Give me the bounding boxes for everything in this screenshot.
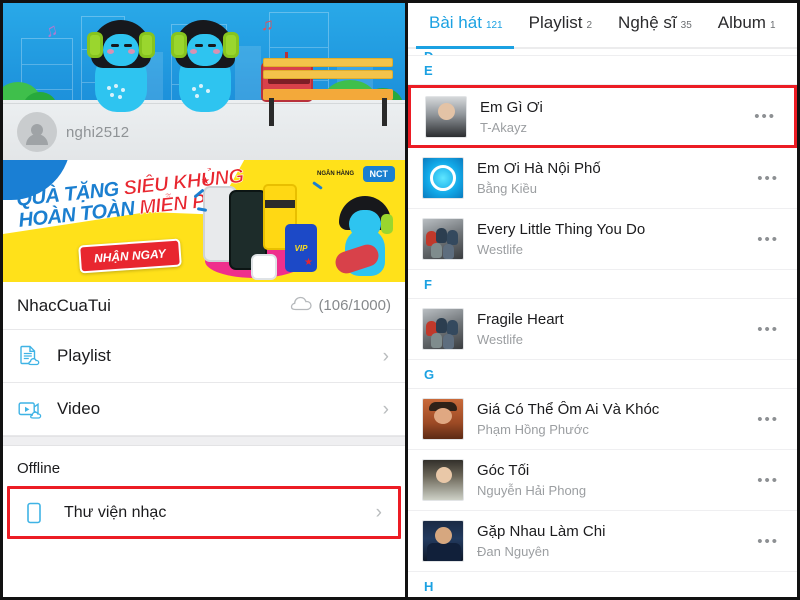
album-art [422, 398, 464, 440]
offline-section-header: Offline [3, 446, 405, 486]
tab-label: Playlist [528, 13, 583, 32]
promo-product-images: VIP ★ ★ [193, 168, 323, 280]
song-meta: Fragile Heart Westlife [477, 311, 744, 347]
song-meta: Em Ơi Hà Nội Phố Bằng Kiều [477, 160, 744, 196]
list-item[interactable]: Góc Tối Nguyễn Hải Phong ••• [408, 450, 797, 511]
quota-label: (106/1000) [318, 297, 391, 314]
song-artist: Westlife [477, 242, 523, 257]
bank-logo: NGÂN HÀNG [312, 168, 359, 180]
more-options-icon[interactable]: ••• [757, 321, 783, 338]
music-note-icon: ♫ [261, 15, 274, 34]
song-artist: Bằng Kiều [477, 181, 537, 196]
highlight-box-music-library: Thư viện nhạc › [7, 486, 401, 539]
song-artist: Phạm Hồng Phước [477, 422, 589, 437]
more-options-icon[interactable]: ••• [757, 472, 783, 489]
user-profile-row[interactable]: nghi2512 [3, 106, 129, 158]
tab-nghe-si[interactable]: Nghệ sĩ 35 [605, 13, 705, 33]
song-title: Em Ơi Hà Nội Phố [477, 160, 601, 177]
song-title: Góc Tối [477, 462, 530, 479]
song-meta: Em Gì Ơi T-Akayz [480, 99, 741, 135]
album-art [422, 520, 464, 562]
tab-label: Nghệ sĩ [618, 13, 677, 32]
chevron-right-icon: › [382, 398, 389, 420]
account-name: NhacCuaTui [17, 295, 111, 315]
tab-bar: Bài hát 121 Playlist 2 Nghệ sĩ 35 Album … [408, 3, 797, 49]
more-options-icon[interactable]: ••• [757, 533, 783, 550]
bench-icon [263, 58, 393, 126]
song-title: Giá Có Thể Ôm Ai Và Khóc [477, 401, 660, 418]
more-options-icon[interactable]: ••• [757, 170, 783, 187]
more-options-icon[interactable]: ••• [754, 108, 780, 125]
song-meta: Every Little Thing You Do Westlife [477, 221, 744, 257]
chevron-right-icon: › [375, 502, 382, 523]
promo-banner[interactable]: QUÀ TẶNG SIÊU KHỦNG HOÀN TOÀN MIỄN PHÍ N… [3, 160, 405, 282]
nct-logo: NCT [362, 166, 395, 182]
account-row[interactable]: NhacCuaTui (106/1000) [3, 282, 405, 330]
list-item[interactable]: Giá Có Thể Ôm Ai Và Khóc Phạm Hồng Phước… [408, 389, 797, 450]
video-cloud-icon [17, 397, 57, 421]
section-divider [3, 436, 405, 446]
right-phone-screen: Bài hát 121 Playlist 2 Nghệ sĩ 35 Album … [405, 0, 800, 600]
avatar[interactable] [17, 112, 57, 152]
alpha-header-f: F [408, 270, 797, 299]
more-options-icon[interactable]: ••• [757, 231, 783, 248]
tab-count: 1 [769, 20, 776, 31]
song-meta: Giá Có Thể Ôm Ai Và Khóc Phạm Hồng Phước [477, 401, 744, 437]
cloud-icon [290, 296, 313, 315]
username-label: nghi2512 [66, 123, 130, 141]
phone-icon [24, 501, 64, 525]
more-options-icon[interactable]: ••• [757, 411, 783, 428]
sidebar-item-label: Thư viện nhạc [64, 503, 167, 521]
sidebar-item-label: Playlist [57, 346, 111, 365]
dual-screenshot-container: ♫ ♫ nghi2512 QUÀ TẶNG SIÊU KHỦNG HOÀN TO… [0, 0, 800, 600]
tab-count: 121 [485, 20, 503, 31]
sidebar-item-playlist[interactable]: Playlist › [3, 330, 405, 383]
sidebar-item-video[interactable]: Video › [3, 383, 405, 436]
active-tab-indicator [416, 46, 514, 49]
song-title: Gặp Nhau Làm Chi [477, 523, 606, 540]
album-art [422, 218, 464, 260]
character-boy-icon [171, 20, 239, 112]
alpha-header-g: G [408, 360, 797, 389]
sidebar-item-label: Video [57, 399, 101, 418]
tab-bai-hat[interactable]: Bài hát 121 [416, 13, 516, 33]
playlist-cloud-icon [17, 344, 57, 368]
character-girl-icon [87, 20, 155, 112]
alpha-header-e: E [408, 56, 797, 85]
tab-count: 2 [586, 20, 593, 31]
album-art [425, 95, 467, 138]
chevron-right-icon: › [382, 345, 389, 367]
highlight-box-song: Em Gì Ơi T-Akayz ••• [408, 85, 797, 148]
song-title: Fragile Heart [477, 311, 564, 328]
tab-label: Album [717, 13, 766, 32]
list-item[interactable]: Every Little Thing You Do Westlife ••• [408, 209, 797, 270]
tab-playlist[interactable]: Playlist 2 [516, 13, 605, 33]
list-item[interactable]: Em Ơi Hà Nội Phố Bằng Kiều ••• [408, 148, 797, 209]
left-phone-screen: ♫ ♫ nghi2512 QUÀ TẶNG SIÊU KHỦNG HOÀN TO… [0, 0, 405, 600]
song-artist: Đan Nguyên [477, 544, 550, 559]
list-item[interactable]: Gặp Nhau Làm Chi Đan Nguyên ••• [408, 511, 797, 572]
album-art [422, 308, 464, 350]
list-item[interactable]: Fragile Heart Westlife ••• [408, 299, 797, 360]
hero-illustration: ♫ ♫ nghi2512 [3, 3, 405, 160]
song-artist: T-Akayz [480, 119, 527, 135]
album-art [422, 157, 464, 199]
tab-label: Bài hát [429, 13, 482, 32]
promo-mascot-icon [332, 194, 397, 278]
song-title: Every Little Thing You Do [477, 221, 646, 238]
song-title: Em Gì Ơi [480, 98, 543, 116]
sidebar-item-thu-vien-nhac[interactable]: Thư viện nhạc › [10, 489, 398, 536]
tab-album[interactable]: Album 1 [705, 13, 789, 33]
album-art [422, 459, 464, 501]
tab-count: 35 [680, 20, 692, 31]
song-meta: Góc Tối Nguyễn Hải Phong [477, 462, 744, 498]
song-artist: Westlife [477, 332, 523, 347]
cloud-quota: (106/1000) [290, 296, 391, 315]
list-item[interactable]: Em Gì Ơi T-Akayz ••• [411, 88, 794, 145]
song-artist: Nguyễn Hải Phong [477, 483, 587, 498]
alpha-header-partial: D [408, 49, 797, 56]
song-meta: Gặp Nhau Làm Chi Đan Nguyên [477, 523, 744, 559]
alpha-header-h: H [408, 572, 797, 597]
